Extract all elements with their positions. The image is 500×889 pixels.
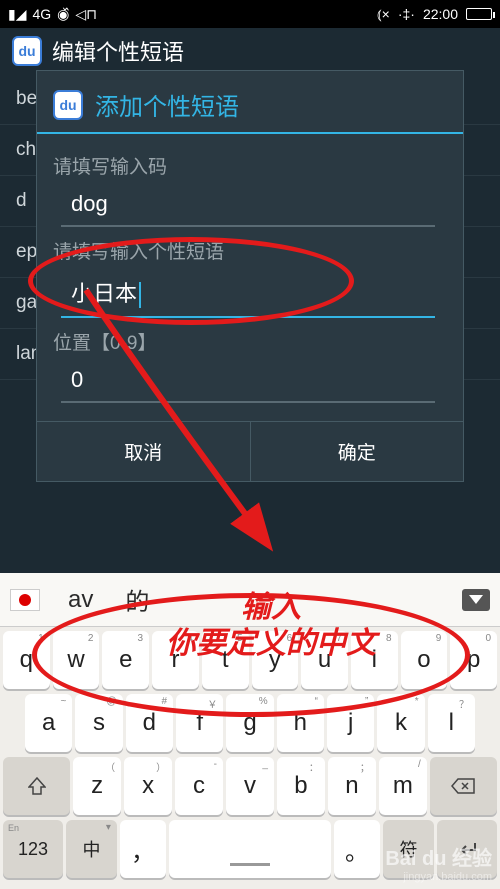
key-i[interactable]: 8i bbox=[351, 631, 398, 689]
add-phrase-dialog: du 添加个性短语 请填写输入码 dog 请填写输入个性短语 小日本 位置【0-… bbox=[36, 70, 464, 482]
battery-icon bbox=[466, 8, 492, 20]
clock: 22:00 bbox=[423, 6, 458, 22]
dialog-title-bar: du 添加个性短语 bbox=[37, 71, 463, 134]
baidu-logo-icon: du bbox=[53, 90, 83, 120]
key-u[interactable]: 7u bbox=[301, 631, 348, 689]
key-o[interactable]: 9o bbox=[401, 631, 448, 689]
phrase-field[interactable]: 小日本 bbox=[61, 270, 435, 318]
backspace-icon bbox=[451, 778, 475, 794]
keyboard-row-3: （z）x-c_v：b；n/m bbox=[3, 757, 497, 815]
network-type: 4G bbox=[32, 6, 51, 22]
candidate-word[interactable]: av bbox=[64, 580, 97, 620]
comma-key[interactable]: ， bbox=[120, 820, 166, 878]
key-n[interactable]: ；n bbox=[328, 757, 376, 815]
volume-icon: ◁⊓ bbox=[75, 6, 97, 23]
keyboard-row-2: ~a@s#d￥f%g“h”j*k？l bbox=[3, 694, 497, 752]
confirm-button[interactable]: 确定 bbox=[251, 422, 464, 481]
key-e[interactable]: 3e bbox=[102, 631, 149, 689]
shift-icon bbox=[28, 777, 46, 795]
key-f[interactable]: ￥f bbox=[176, 694, 223, 752]
key-r[interactable]: 4r bbox=[152, 631, 199, 689]
watermark: Bai du 经验 jingyan.baidu.com bbox=[385, 842, 492, 883]
position-label: 位置【0-9】 bbox=[53, 318, 447, 361]
language-key[interactable]: 中 ▾ bbox=[66, 820, 117, 878]
baidu-logo-icon: du bbox=[12, 36, 42, 66]
backspace-key[interactable] bbox=[430, 757, 497, 815]
key-m[interactable]: /m bbox=[379, 757, 427, 815]
key-y[interactable]: 6y bbox=[252, 631, 299, 689]
input-code-field[interactable]: dog bbox=[61, 185, 435, 227]
key-k[interactable]: *k bbox=[377, 694, 424, 752]
app-header: du 编辑个性短语 bbox=[0, 28, 500, 74]
input-code-label: 请填写输入码 bbox=[53, 142, 447, 185]
status-bar: ▮◢ 4G ◉᷈ ◁⊓ ⦅× ·‡· 22:00 bbox=[0, 0, 500, 28]
signal-bars-icon: ▮◢ bbox=[8, 6, 26, 23]
key-q[interactable]: 1q bbox=[3, 631, 50, 689]
key-l[interactable]: ？l bbox=[428, 694, 475, 752]
text-cursor bbox=[139, 282, 141, 308]
key-j[interactable]: ”j bbox=[327, 694, 374, 752]
key-d[interactable]: #d bbox=[126, 694, 173, 752]
numeric-key[interactable]: En 123 bbox=[3, 820, 63, 878]
key-c[interactable]: -c bbox=[175, 757, 223, 815]
space-key[interactable] bbox=[169, 820, 331, 878]
key-h[interactable]: “h bbox=[277, 694, 324, 752]
key-x[interactable]: ）x bbox=[124, 757, 172, 815]
location-icon: ·‡· bbox=[398, 6, 415, 22]
key-t[interactable]: 5t bbox=[202, 631, 249, 689]
vibrate-icon: ⦅× bbox=[377, 6, 390, 23]
period-key[interactable]: 。 bbox=[334, 820, 380, 878]
key-z[interactable]: （z bbox=[73, 757, 121, 815]
position-field[interactable]: 0 bbox=[61, 361, 435, 403]
key-s[interactable]: @s bbox=[75, 694, 122, 752]
key-p[interactable]: 0p bbox=[450, 631, 497, 689]
key-b[interactable]: ：b bbox=[277, 757, 325, 815]
cancel-button[interactable]: 取消 bbox=[37, 422, 251, 481]
collapse-keyboard-icon[interactable] bbox=[462, 589, 490, 611]
key-v[interactable]: _v bbox=[226, 757, 274, 815]
shift-key[interactable] bbox=[3, 757, 70, 815]
key-w[interactable]: 2w bbox=[53, 631, 100, 689]
candidate-bar: av 的 bbox=[0, 573, 500, 627]
watermark-url: jingyan.baidu.com bbox=[385, 871, 492, 883]
wifi-icon: ◉᷈ bbox=[57, 6, 69, 23]
key-a[interactable]: ~a bbox=[25, 694, 72, 752]
japan-flag-icon[interactable] bbox=[10, 589, 40, 611]
page-title: 编辑个性短语 bbox=[52, 35, 184, 67]
keyboard-row-1: 1q2w3e4r5t6y7u8i9o0p bbox=[3, 631, 497, 689]
phrase-label: 请填写输入个性短语 bbox=[53, 227, 447, 270]
key-g[interactable]: %g bbox=[226, 694, 273, 752]
candidate-word[interactable]: 的 bbox=[121, 576, 153, 623]
watermark-logo: Bai du 经验 bbox=[385, 842, 492, 871]
dialog-title: 添加个性短语 bbox=[95, 87, 239, 122]
